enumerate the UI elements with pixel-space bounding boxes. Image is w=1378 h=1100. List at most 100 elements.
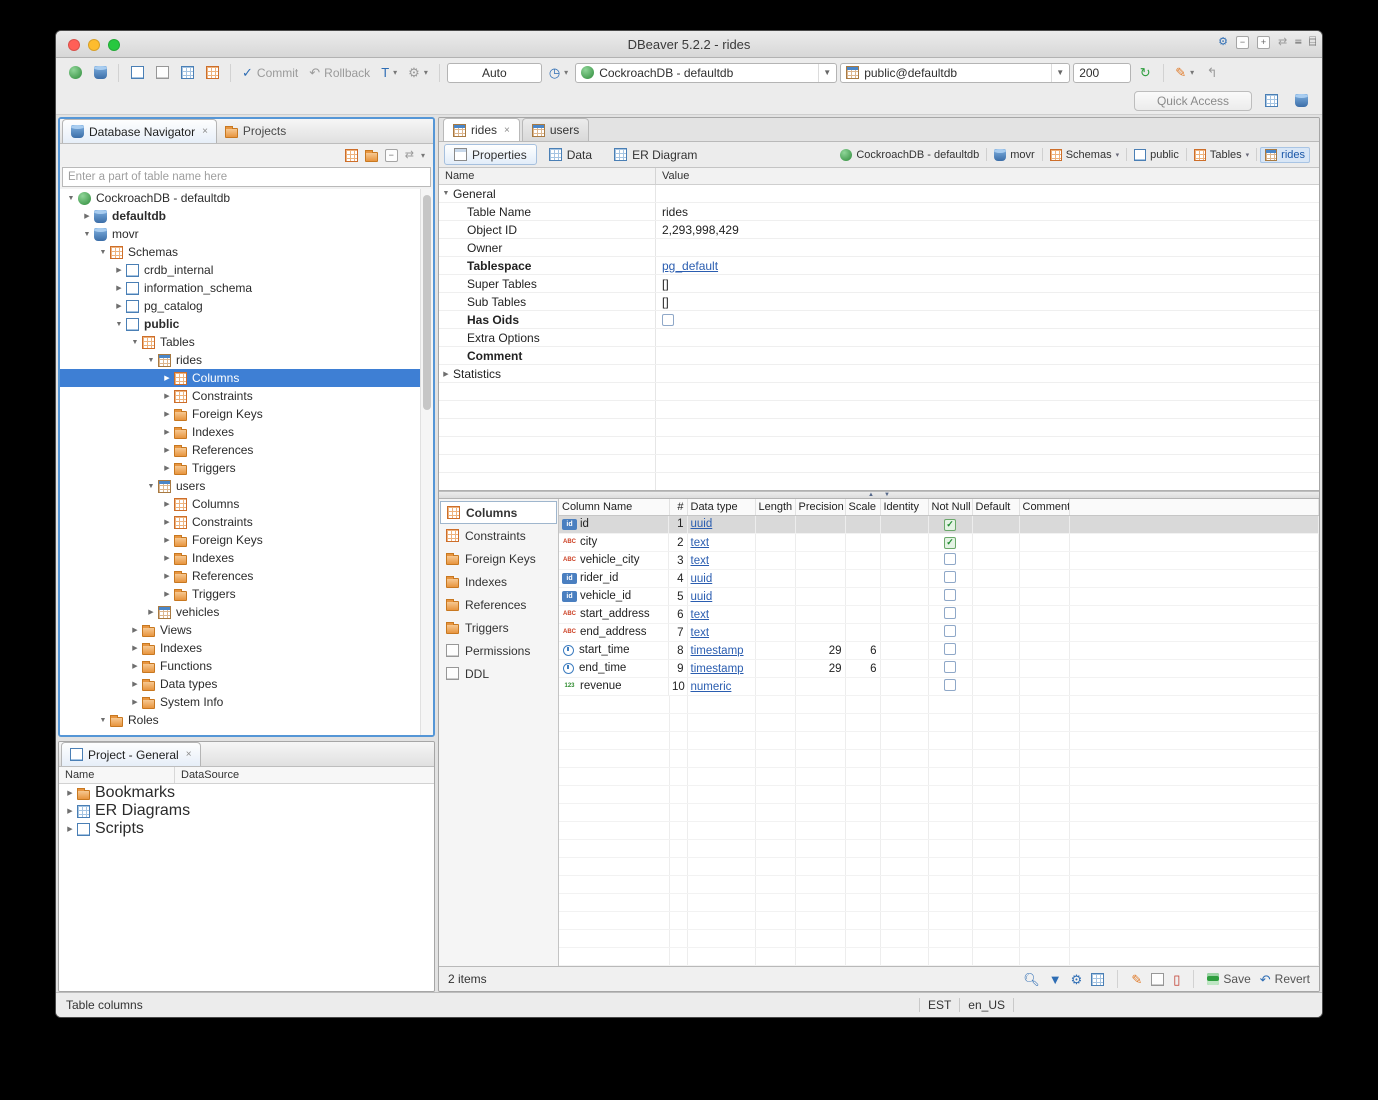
expander-icon[interactable]: ▶ <box>63 807 77 815</box>
breadcrumb-public[interactable]: public <box>1130 148 1183 162</box>
splitter-down-icon[interactable]: ▼ <box>884 492 890 498</box>
not-null-checkbox[interactable] <box>944 589 956 601</box>
open-perspective-button[interactable] <box>1260 90 1282 112</box>
object-tab-references[interactable]: References <box>440 593 557 616</box>
editor-tab-rides[interactable]: rides× <box>443 118 520 141</box>
tree-item-views[interactable]: ▶Views <box>60 621 433 639</box>
expander-icon[interactable]: ▼ <box>64 195 78 202</box>
column-row-id[interactable]: idid1uuid✓ <box>559 515 1319 534</box>
tree-item-tables[interactable]: ▼Tables <box>60 333 433 351</box>
column-header-default[interactable]: Default <box>972 499 1019 515</box>
tree-item-foreign-keys[interactable]: ▶Foreign Keys <box>60 405 433 423</box>
column-row-vehicle-city[interactable]: ABCvehicle_city3text <box>559 552 1319 570</box>
expander-icon[interactable]: ▼ <box>144 483 158 490</box>
tree-item-foreign-keys[interactable]: ▶Foreign Keys <box>60 531 433 549</box>
column-row-city[interactable]: ABCcity2text✓ <box>559 534 1319 552</box>
view-menu-icon[interactable]: ▾ <box>421 151 425 160</box>
not-null-checkbox[interactable] <box>944 571 956 583</box>
property-row-super-tables[interactable]: Super Tables[] <box>439 275 1319 293</box>
column-header-scale[interactable]: Scale <box>845 499 880 515</box>
close-icon[interactable]: × <box>186 749 192 760</box>
data-type-link[interactable]: text <box>691 627 710 639</box>
new-connection-button[interactable] <box>64 62 86 84</box>
project-item-er-diagrams[interactable]: ▶ER Diagrams <box>59 802 434 820</box>
column-header-identity[interactable]: Identity <box>880 499 928 515</box>
editor-tab-users[interactable]: users <box>522 118 589 141</box>
object-tab-triggers[interactable]: Triggers <box>440 616 557 639</box>
data-type-link[interactable]: uuid <box>691 573 713 585</box>
combo-caret-icon[interactable]: ▼ <box>818 64 831 82</box>
close-icon[interactable]: × <box>504 125 510 136</box>
not-null-checkbox[interactable]: ✓ <box>944 519 956 531</box>
object-tab-columns[interactable]: Columns <box>440 501 557 524</box>
expander-icon[interactable]: ▶ <box>112 302 126 310</box>
data-type-link[interactable]: uuid <box>691 591 713 603</box>
scrollbar-thumb[interactable] <box>423 195 431 410</box>
expander-icon[interactable]: ▶ <box>160 554 174 562</box>
sql-templates-button[interactable]: ✎▾ <box>1171 62 1198 84</box>
tree-item-constraints[interactable]: ▶Constraints <box>60 513 433 531</box>
column-row-end-time[interactable]: end_time9timestamp296 <box>559 660 1319 678</box>
object-tab-ddl[interactable]: DDL <box>440 662 557 685</box>
column-header-data-type[interactable]: Data type <box>687 499 755 515</box>
tree-item-columns[interactable]: ▶Columns <box>60 369 433 387</box>
property-row-extra-options[interactable]: Extra Options <box>439 329 1319 347</box>
project-item-scripts[interactable]: ▶Scripts <box>59 820 434 838</box>
not-null-checkbox[interactable] <box>944 625 956 637</box>
expander-icon[interactable]: ▼ <box>439 190 453 197</box>
splitter-up-icon[interactable]: ▲ <box>868 492 874 498</box>
tree-item-pg-catalog[interactable]: ▶pg_catalog <box>60 297 433 315</box>
not-null-checkbox[interactable] <box>944 553 956 565</box>
property-group-general[interactable]: ▼General <box>439 185 1319 203</box>
quick-access-button[interactable]: Quick Access <box>1134 91 1252 111</box>
tab-projects[interactable]: Projects <box>217 119 294 143</box>
not-null-checkbox[interactable] <box>944 661 956 673</box>
sql-editor-button[interactable] <box>126 62 148 84</box>
tree-item-references[interactable]: ▶References <box>60 567 433 585</box>
breadcrumb-tables[interactable]: Tables▾ <box>1190 148 1253 162</box>
expander-icon[interactable]: ▶ <box>128 662 142 670</box>
expander-icon[interactable]: ▼ <box>128 339 142 346</box>
expander-icon[interactable]: ▶ <box>80 212 94 220</box>
dropdown-caret-icon[interactable]: ▾ <box>1116 151 1120 159</box>
tree-item-schemas[interactable]: ▼Schemas <box>60 243 433 261</box>
expander-icon[interactable]: ▶ <box>128 626 142 634</box>
revert-button[interactable]: ↶ Revert <box>1260 972 1310 986</box>
filter-objects-icon[interactable] <box>345 149 358 162</box>
expander-icon[interactable]: ▶ <box>63 825 77 833</box>
breadcrumb-rides[interactable]: rides <box>1260 147 1310 163</box>
filter-icon[interactable]: ▼ <box>1049 973 1062 986</box>
tree-item-crdb-internal[interactable]: ▶crdb_internal <box>60 261 433 279</box>
expander-icon[interactable]: ▶ <box>439 370 453 378</box>
column-header-column-name[interactable]: Column Name <box>559 499 669 515</box>
tree-item-functions[interactable]: ▶Functions <box>60 657 433 675</box>
expander-icon[interactable]: ▼ <box>96 249 110 256</box>
tree-item-columns[interactable]: ▶Columns <box>60 495 433 513</box>
fetch-size-input[interactable] <box>1073 63 1131 83</box>
column-row-vehicle-id[interactable]: idvehicle_id5uuid <box>559 588 1319 606</box>
rollback-button[interactable]: ↶Rollback <box>305 62 374 84</box>
value-viewer-icon[interactable] <box>1151 973 1164 986</box>
object-tab-permissions[interactable]: Permissions <box>440 639 557 662</box>
tree-item-triggers[interactable]: ▶Triggers <box>60 585 433 603</box>
property-row-object-id[interactable]: Object ID2,293,998,429 <box>439 221 1319 239</box>
not-null-checkbox[interactable] <box>944 607 956 619</box>
property-value-link[interactable]: pg_default <box>662 259 718 273</box>
data-type-link[interactable]: timestamp <box>691 663 744 675</box>
property-row-sub-tables[interactable]: Sub Tables[] <box>439 293 1319 311</box>
transaction-settings-button[interactable]: ⚙▾ <box>404 62 432 84</box>
expander-icon[interactable]: ▶ <box>160 572 174 580</box>
expander-icon[interactable]: ▶ <box>128 680 142 688</box>
minimize-button[interactable] <box>88 39 100 51</box>
save-script-button[interactable] <box>176 62 198 84</box>
data-type-link[interactable]: numeric <box>691 681 732 693</box>
tree-item-system-info[interactable]: ▶System Info <box>60 693 433 711</box>
dropdown-caret-icon[interactable]: ▾ <box>1246 151 1250 159</box>
tree-item-vehicles[interactable]: ▶vehicles <box>60 603 433 621</box>
not-null-checkbox[interactable]: ✓ <box>944 537 956 549</box>
column-row-start-time[interactable]: start_time8timestamp296 <box>559 642 1319 660</box>
tree-item-roles[interactable]: ▼Roles <box>60 711 433 729</box>
object-tab-indexes[interactable]: Indexes <box>440 570 557 593</box>
column-header-precision[interactable]: Precision <box>795 499 845 515</box>
refresh-button[interactable]: ↻ <box>1134 62 1156 84</box>
